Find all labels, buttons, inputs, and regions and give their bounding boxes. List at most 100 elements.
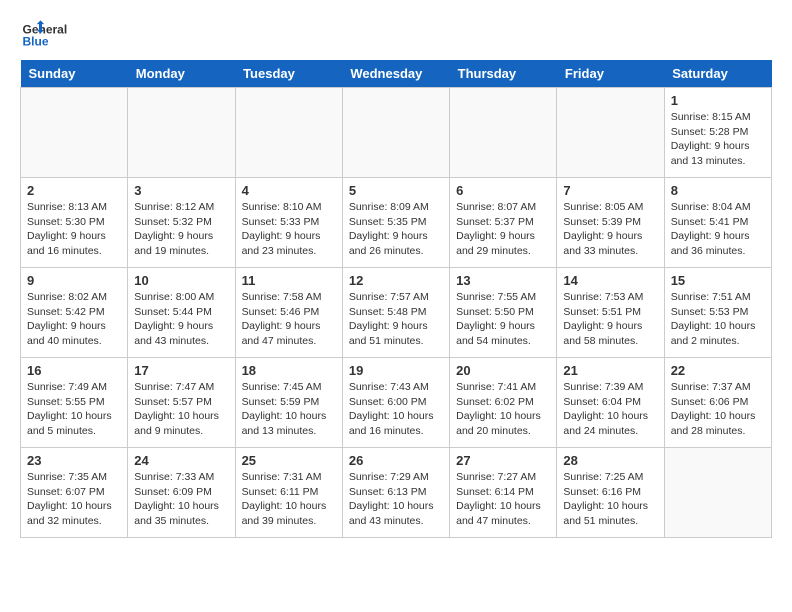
calendar-cell: 28 Sunrise: 7:25 AM Sunset: 6:16 PM Dayli…	[557, 448, 664, 538]
day-number: 19	[349, 363, 443, 378]
day-number: 3	[134, 183, 228, 198]
day-number: 26	[349, 453, 443, 468]
calendar-week-row: 16 Sunrise: 7:49 AM Sunset: 5:55 PM Dayli…	[21, 358, 772, 448]
day-info: Sunrise: 7:51 AM Sunset: 5:53 PM Dayligh…	[671, 290, 765, 349]
col-header-wednesday: Wednesday	[342, 60, 449, 88]
day-number: 8	[671, 183, 765, 198]
day-info: Sunrise: 8:12 AM Sunset: 5:32 PM Dayligh…	[134, 200, 228, 259]
day-info: Sunrise: 8:15 AM Sunset: 5:28 PM Dayligh…	[671, 110, 765, 169]
day-number: 25	[242, 453, 336, 468]
calendar-cell: 16 Sunrise: 7:49 AM Sunset: 5:55 PM Dayli…	[21, 358, 128, 448]
calendar-cell: 14Sunrise: 7:53 AM Sunset: 5:51 PM Dayli…	[557, 268, 664, 358]
calendar-cell: 15 Sunrise: 7:51 AM Sunset: 5:53 PM Dayli…	[664, 268, 771, 358]
logo-icon: General Blue	[20, 20, 70, 50]
calendar-cell: 13Sunrise: 7:55 AM Sunset: 5:50 PM Dayli…	[450, 268, 557, 358]
day-info: Sunrise: 7:35 AM Sunset: 6:07 PM Dayligh…	[27, 470, 121, 529]
day-info: Sunrise: 7:37 AM Sunset: 6:06 PM Dayligh…	[671, 380, 765, 439]
calendar-cell: 7 Sunrise: 8:05 AM Sunset: 5:39 PM Daylig…	[557, 178, 664, 268]
col-header-friday: Friday	[557, 60, 664, 88]
calendar-cell	[557, 88, 664, 178]
calendar-cell: 1 Sunrise: 8:15 AM Sunset: 5:28 PM Daylig…	[664, 88, 771, 178]
calendar-cell: 12 Sunrise: 7:57 AM Sunset: 5:48 PM Dayli…	[342, 268, 449, 358]
calendar-cell: 2 Sunrise: 8:13 AM Sunset: 5:30 PM Daylig…	[21, 178, 128, 268]
day-info: Sunrise: 7:49 AM Sunset: 5:55 PM Dayligh…	[27, 380, 121, 439]
col-header-thursday: Thursday	[450, 60, 557, 88]
calendar-cell: 10 Sunrise: 8:00 AM Sunset: 5:44 PM Dayli…	[128, 268, 235, 358]
calendar-cell: 5 Sunrise: 8:09 AM Sunset: 5:35 PM Daylig…	[342, 178, 449, 268]
day-info: Sunrise: 8:05 AM Sunset: 5:39 PM Dayligh…	[563, 200, 657, 259]
day-number: 11	[242, 273, 336, 288]
calendar-cell	[450, 88, 557, 178]
day-number: 14	[563, 273, 657, 288]
calendar-cell: 9 Sunrise: 8:02 AM Sunset: 5:42 PM Daylig…	[21, 268, 128, 358]
day-number: 13	[456, 273, 550, 288]
calendar-cell	[128, 88, 235, 178]
day-info: Sunrise: 7:58 AM Sunset: 5:46 PM Dayligh…	[242, 290, 336, 349]
header: General Blue	[20, 20, 772, 50]
day-info: Sunrise: 7:41 AM Sunset: 6:02 PM Dayligh…	[456, 380, 550, 439]
calendar-cell: 25Sunrise: 7:31 AM Sunset: 6:11 PM Dayli…	[235, 448, 342, 538]
calendar-cell: 19 Sunrise: 7:43 AM Sunset: 6:00 PM Dayli…	[342, 358, 449, 448]
calendar-cell: 11 Sunrise: 7:58 AM Sunset: 5:46 PM Dayli…	[235, 268, 342, 358]
calendar-table: SundayMondayTuesdayWednesdayThursdayFrid…	[20, 60, 772, 538]
day-number: 6	[456, 183, 550, 198]
calendar-cell: 26Sunrise: 7:29 AM Sunset: 6:13 PM Dayli…	[342, 448, 449, 538]
day-info: Sunrise: 7:33 AM Sunset: 6:09 PM Dayligh…	[134, 470, 228, 529]
day-info: Sunrise: 7:45 AM Sunset: 5:59 PM Dayligh…	[242, 380, 336, 439]
day-info: Sunrise: 7:27 AM Sunset: 6:14 PM Dayligh…	[456, 470, 550, 529]
day-number: 23	[27, 453, 121, 468]
day-number: 10	[134, 273, 228, 288]
day-number: 4	[242, 183, 336, 198]
logo: General Blue	[20, 20, 70, 50]
day-number: 2	[27, 183, 121, 198]
calendar-week-row: 1 Sunrise: 8:15 AM Sunset: 5:28 PM Daylig…	[21, 88, 772, 178]
day-info: Sunrise: 7:57 AM Sunset: 5:48 PM Dayligh…	[349, 290, 443, 349]
calendar-week-row: 9 Sunrise: 8:02 AM Sunset: 5:42 PM Daylig…	[21, 268, 772, 358]
day-info: Sunrise: 7:43 AM Sunset: 6:00 PM Dayligh…	[349, 380, 443, 439]
day-info: Sunrise: 7:25 AM Sunset: 6:16 PM Dayligh…	[563, 470, 657, 529]
day-number: 15	[671, 273, 765, 288]
day-number: 16	[27, 363, 121, 378]
day-number: 12	[349, 273, 443, 288]
calendar-cell: 3 Sunrise: 8:12 AM Sunset: 5:32 PM Daylig…	[128, 178, 235, 268]
day-number: 24	[134, 453, 228, 468]
calendar-cell: 18 Sunrise: 7:45 AM Sunset: 5:59 PM Dayli…	[235, 358, 342, 448]
calendar-cell: 23 Sunrise: 7:35 AM Sunset: 6:07 PM Dayli…	[21, 448, 128, 538]
calendar-cell: 20 Sunrise: 7:41 AM Sunset: 6:02 PM Dayli…	[450, 358, 557, 448]
day-info: Sunrise: 8:07 AM Sunset: 5:37 PM Dayligh…	[456, 200, 550, 259]
calendar-cell: 4 Sunrise: 8:10 AM Sunset: 5:33 PM Daylig…	[235, 178, 342, 268]
day-number: 7	[563, 183, 657, 198]
day-number: 9	[27, 273, 121, 288]
day-number: 28	[563, 453, 657, 468]
day-info: Sunrise: 7:47 AM Sunset: 5:57 PM Dayligh…	[134, 380, 228, 439]
day-number: 18	[242, 363, 336, 378]
calendar-cell	[342, 88, 449, 178]
calendar-cell	[664, 448, 771, 538]
col-header-saturday: Saturday	[664, 60, 771, 88]
day-info: Sunrise: 8:00 AM Sunset: 5:44 PM Dayligh…	[134, 290, 228, 349]
calendar-cell	[235, 88, 342, 178]
day-number: 1	[671, 93, 765, 108]
col-header-monday: Monday	[128, 60, 235, 88]
calendar-cell: 6 Sunrise: 8:07 AM Sunset: 5:37 PM Daylig…	[450, 178, 557, 268]
calendar-cell: 27 Sunrise: 7:27 AM Sunset: 6:14 PM Dayli…	[450, 448, 557, 538]
col-header-tuesday: Tuesday	[235, 60, 342, 88]
day-info: Sunrise: 8:09 AM Sunset: 5:35 PM Dayligh…	[349, 200, 443, 259]
day-number: 5	[349, 183, 443, 198]
day-number: 27	[456, 453, 550, 468]
calendar-cell: 22 Sunrise: 7:37 AM Sunset: 6:06 PM Dayli…	[664, 358, 771, 448]
day-number: 21	[563, 363, 657, 378]
svg-text:Blue: Blue	[23, 35, 49, 49]
day-number: 22	[671, 363, 765, 378]
calendar-header-row: SundayMondayTuesdayWednesdayThursdayFrid…	[21, 60, 772, 88]
calendar-week-row: 2 Sunrise: 8:13 AM Sunset: 5:30 PM Daylig…	[21, 178, 772, 268]
calendar-cell	[21, 88, 128, 178]
day-number: 17	[134, 363, 228, 378]
calendar-cell: 21 Sunrise: 7:39 AM Sunset: 6:04 PM Dayli…	[557, 358, 664, 448]
day-info: Sunrise: 8:02 AM Sunset: 5:42 PM Dayligh…	[27, 290, 121, 349]
day-info: Sunrise: 8:13 AM Sunset: 5:30 PM Dayligh…	[27, 200, 121, 259]
day-info: Sunrise: 8:10 AM Sunset: 5:33 PM Dayligh…	[242, 200, 336, 259]
calendar-cell: 8Sunrise: 8:04 AM Sunset: 5:41 PM Daylig…	[664, 178, 771, 268]
day-info: Sunrise: 7:39 AM Sunset: 6:04 PM Dayligh…	[563, 380, 657, 439]
day-number: 20	[456, 363, 550, 378]
